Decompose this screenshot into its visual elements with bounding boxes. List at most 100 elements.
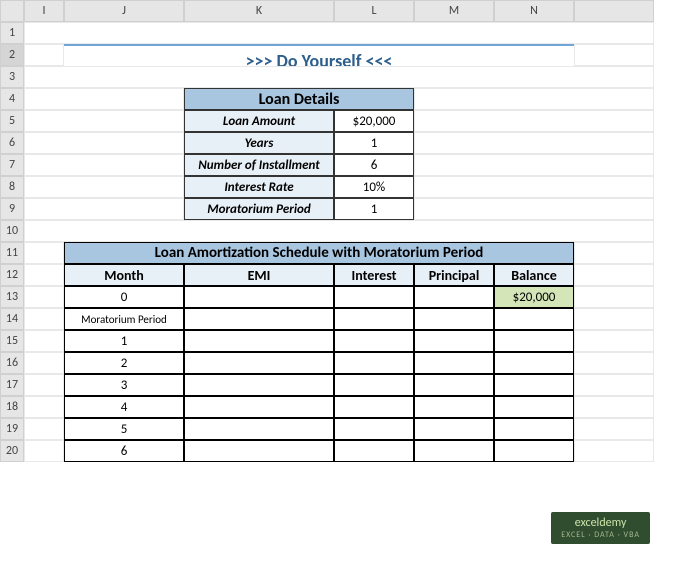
row-header-17[interactable]: 17 [0,374,24,396]
row-header-6[interactable]: 6 [0,132,24,154]
sched-interest[interactable] [334,374,414,396]
sched-emi[interactable] [184,418,334,440]
sched-balance[interactable]: $20,000 [494,286,574,308]
col-header-N[interactable]: N [494,0,574,22]
sched-interest[interactable] [334,440,414,462]
loan-value[interactable]: $20,000 [334,110,414,132]
sched-balance[interactable] [494,330,574,352]
sched-interest[interactable] [334,286,414,308]
cell[interactable] [414,110,654,132]
loan-label[interactable]: Moratorium Period [184,198,334,220]
cell[interactable] [574,308,654,330]
cell[interactable] [24,220,654,242]
cell[interactable] [574,396,654,418]
sched-interest[interactable] [334,352,414,374]
cell[interactable] [24,286,64,308]
sched-interest[interactable] [334,396,414,418]
col-header-M[interactable]: M [414,0,494,22]
cell[interactable] [24,66,654,88]
sched-month[interactable]: 1 [64,330,184,352]
cell[interactable] [24,242,64,264]
sched-balance[interactable] [494,352,574,374]
sched-month[interactable]: 4 [64,396,184,418]
loan-label[interactable]: Years [184,132,334,154]
cell[interactable] [574,330,654,352]
sched-balance[interactable] [494,396,574,418]
sched-principal[interactable] [414,440,494,462]
sched-emi[interactable] [184,308,334,330]
loan-label[interactable]: Number of Installment [184,154,334,176]
loan-value[interactable]: 6 [334,154,414,176]
cell[interactable] [24,198,184,220]
sched-head-interest[interactable]: Interest [334,264,414,286]
sched-principal[interactable] [414,308,494,330]
sched-principal[interactable] [414,374,494,396]
sched-emi[interactable] [184,286,334,308]
sched-emi[interactable] [184,352,334,374]
col-header-blank[interactable] [574,0,654,22]
cell[interactable] [24,330,64,352]
row-header-18[interactable]: 18 [0,396,24,418]
cell[interactable] [24,352,64,374]
row-header-12[interactable]: 12 [0,264,24,286]
row-header-9[interactable]: 9 [0,198,24,220]
row-header-13[interactable]: 13 [0,286,24,308]
row-header-10[interactable]: 10 [0,220,24,242]
row-header-2[interactable]: 2 [0,44,24,66]
col-header-I[interactable]: I [24,0,64,22]
row-header-11[interactable]: 11 [0,242,24,264]
sched-emi[interactable] [184,374,334,396]
cell[interactable] [414,132,654,154]
cell[interactable] [574,44,654,66]
cell[interactable] [24,264,64,286]
sched-emi[interactable] [184,396,334,418]
cell[interactable] [414,154,654,176]
cell[interactable] [24,396,64,418]
cell[interactable] [24,44,64,66]
cell[interactable] [414,198,654,220]
cell[interactable] [24,440,64,462]
cell[interactable] [574,264,654,286]
sched-month[interactable]: 3 [64,374,184,396]
sched-interest[interactable] [334,418,414,440]
row-header-15[interactable]: 15 [0,330,24,352]
select-all-corner[interactable] [0,0,24,22]
cell[interactable] [24,154,184,176]
sched-head-principal[interactable]: Principal [414,264,494,286]
row-header-1[interactable]: 1 [0,22,24,44]
sched-month[interactable]: 6 [64,440,184,462]
cell[interactable] [24,132,184,154]
cell[interactable] [24,22,654,44]
cell[interactable] [414,88,654,110]
cell[interactable] [574,440,654,462]
sched-month[interactable]: 0 [64,286,184,308]
sched-balance[interactable] [494,440,574,462]
sched-balance[interactable] [494,418,574,440]
col-header-K[interactable]: K [184,0,334,22]
sched-principal[interactable] [414,352,494,374]
loan-label[interactable]: Interest Rate [184,176,334,198]
loan-value[interactable]: 10% [334,176,414,198]
sched-balance[interactable] [494,374,574,396]
sched-interest[interactable] [334,330,414,352]
row-header-3[interactable]: 3 [0,66,24,88]
row-header-19[interactable]: 19 [0,418,24,440]
loan-value[interactable]: 1 [334,132,414,154]
cell[interactable] [574,352,654,374]
sched-principal[interactable] [414,330,494,352]
sched-month[interactable]: 2 [64,352,184,374]
cell[interactable] [414,176,654,198]
row-header-14[interactable]: 14 [0,308,24,330]
sched-head-month[interactable]: Month [64,264,184,286]
cell[interactable] [574,286,654,308]
sched-balance[interactable] [494,308,574,330]
sched-emi[interactable] [184,330,334,352]
sched-month[interactable]: 5 [64,418,184,440]
row-header-16[interactable]: 16 [0,352,24,374]
sched-interest[interactable] [334,308,414,330]
spreadsheet-grid[interactable]: I J K L M N 1 2 >>> Do Yourself <<< 3 4 … [0,0,680,462]
row-header-4[interactable]: 4 [0,88,24,110]
cell[interactable] [24,110,184,132]
cell[interactable] [24,308,64,330]
row-header-20[interactable]: 20 [0,440,24,462]
